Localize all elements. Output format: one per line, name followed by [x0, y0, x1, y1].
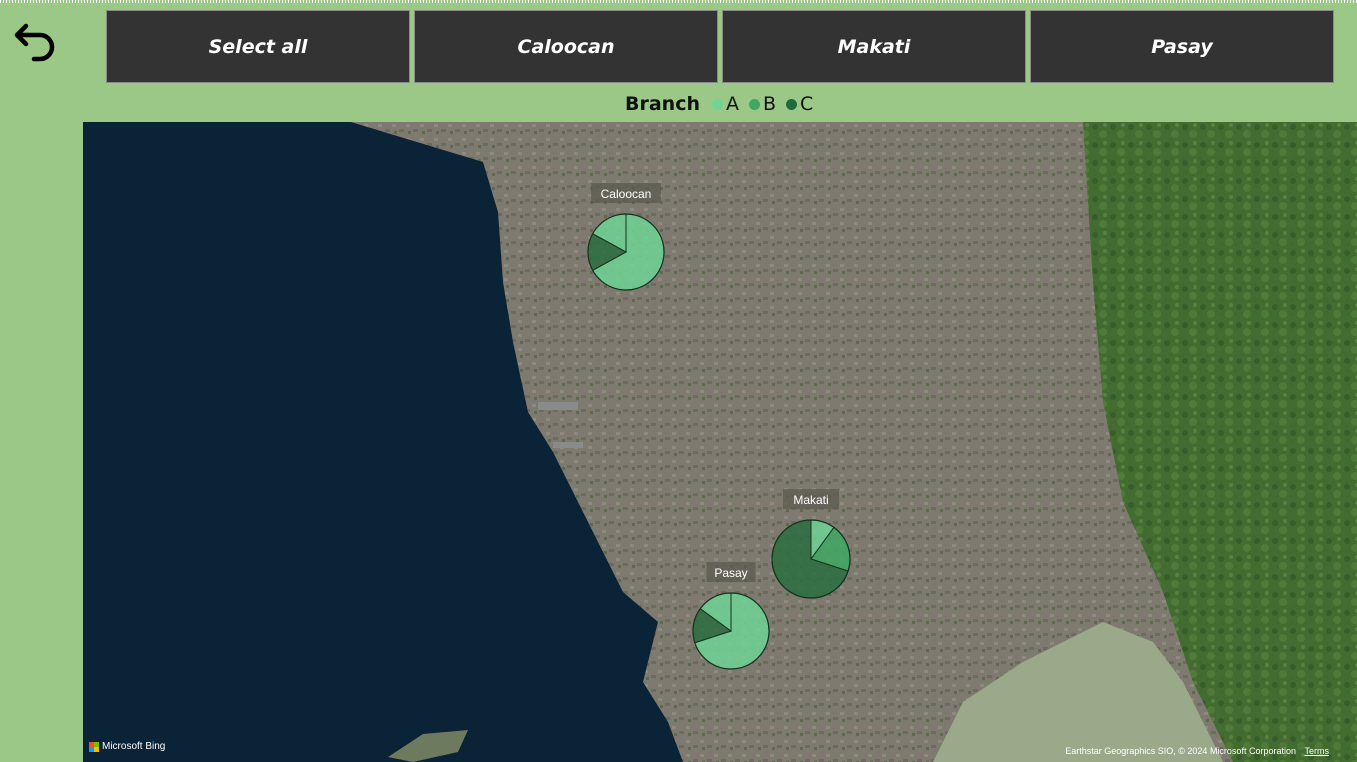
terms-link[interactable]: Terms [1305, 746, 1330, 756]
legend-item-b[interactable]: B [749, 93, 776, 115]
legend-label-b: B [763, 93, 777, 115]
undo-arrow-icon [14, 23, 55, 62]
legend-dot-c [786, 98, 798, 110]
copyright-text: Earthstar Geographics SIO, © 2024 Micros… [1065, 746, 1296, 756]
legend-label-c: C [800, 93, 814, 115]
bubble-label-makati: Makati [783, 489, 839, 509]
legend-item-a[interactable]: A [712, 93, 739, 115]
slicer-caloocan[interactable]: Caloocan [414, 10, 718, 83]
microsoft-logo-icon [89, 741, 99, 752]
top-border [0, 0, 1357, 3]
bubble-label-text: Makati [793, 493, 828, 507]
bubble-label-caloocan: Caloocan [591, 183, 661, 203]
slicer-label: Caloocan [517, 35, 615, 58]
pier [553, 442, 583, 448]
slicer-label: Pasay [1151, 35, 1213, 58]
satellite-map: Caloocan Makati Pasay [83, 122, 1357, 762]
pier [538, 402, 578, 410]
branch-legend: Branch A B C [625, 90, 817, 118]
back-button[interactable] [12, 14, 62, 64]
bing-logo-text: Microsoft Bing [102, 741, 166, 752]
legend-title: Branch [625, 93, 700, 115]
legend-dot-b [749, 98, 760, 110]
bubble-label-pasay: Pasay [706, 562, 756, 582]
map-visual[interactable]: Caloocan Makati Pasay Microsoft Bing Earth… [83, 122, 1357, 762]
map-copyright: Earthstar Geographics SIO, © 2024 Micros… [1065, 746, 1329, 756]
slicer-label: Select all [208, 35, 308, 58]
bubble-label-text: Pasay [714, 566, 747, 580]
legend-dot-a [712, 98, 723, 110]
slicer-select-all[interactable]: Select all [106, 10, 410, 83]
legend-item-c[interactable]: C [786, 93, 813, 115]
slicer-pasay[interactable]: Pasay [1030, 10, 1334, 83]
bing-logo: Microsoft Bing [89, 741, 165, 752]
legend-label-a: A [726, 93, 739, 115]
slicer-makati[interactable]: Makati [722, 10, 1026, 83]
bubble-label-text: Caloocan [601, 187, 652, 201]
slicer-label: Makati [837, 35, 911, 58]
